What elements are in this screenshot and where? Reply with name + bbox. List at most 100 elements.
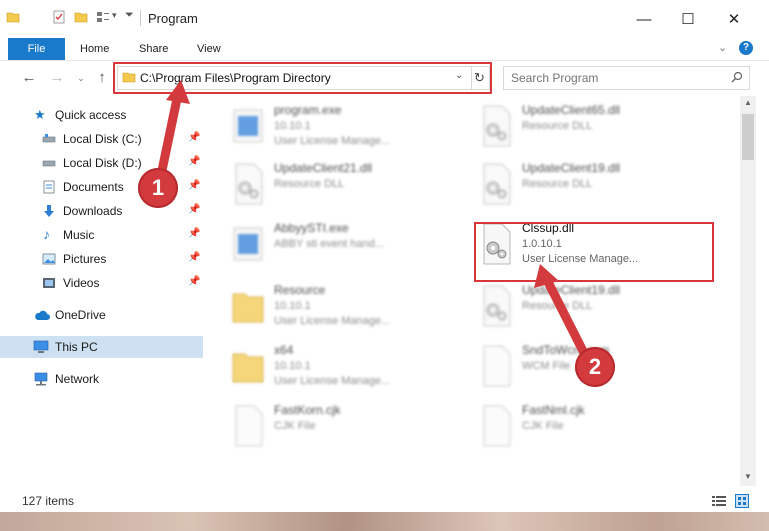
tab-home[interactable]: Home xyxy=(80,38,109,60)
file-name: x64 xyxy=(274,343,294,357)
nav-network[interactable]: Network xyxy=(0,368,203,390)
drive-icon xyxy=(42,160,56,167)
dll-gear-icon xyxy=(483,105,511,147)
file-name: UpdateClient21.dll xyxy=(274,161,373,175)
pin-icon[interactable]: 📌 xyxy=(188,132,200,143)
nav-label: OneDrive xyxy=(55,308,106,322)
nav-onedrive[interactable]: OneDrive xyxy=(0,304,203,326)
desktop-background xyxy=(0,512,769,531)
nav-label: Videos xyxy=(63,276,100,290)
downloads-icon xyxy=(44,205,54,217)
nav-this-pc[interactable]: This PC xyxy=(0,336,203,358)
nav-item-local-disk-d[interactable]: Local Disk (D:) 📌 xyxy=(0,152,203,174)
nav-item-downloads[interactable]: Downloads 📌 xyxy=(0,200,203,222)
minimize-button[interactable]: — xyxy=(622,6,666,34)
nav-label: Network xyxy=(55,372,100,386)
file-icon xyxy=(483,405,511,447)
tab-share[interactable]: Share xyxy=(139,38,168,60)
new-folder-icon[interactable] xyxy=(74,10,88,24)
file-item[interactable]: UpdateClient21.dll Resource DLL xyxy=(222,158,452,218)
network-icon xyxy=(34,372,48,386)
dll-gear-icon xyxy=(235,163,263,205)
details-view-icon[interactable] xyxy=(712,495,726,507)
file-name: FastKorn.cjk xyxy=(274,403,341,417)
file-item[interactable]: FastNml.cjk CJK File xyxy=(470,400,700,460)
file-detail: 10.10.1 xyxy=(274,300,311,312)
recent-locations-chevron-icon[interactable]: ⌄ xyxy=(71,68,91,88)
pin-icon[interactable]: 📌 xyxy=(188,228,200,239)
file-detail: CJK File xyxy=(522,420,564,432)
customize-toolbar-icon[interactable]: ⏷ xyxy=(125,9,134,22)
file-detail: Resource DLL xyxy=(522,120,593,132)
file-name: Resource xyxy=(274,283,326,297)
scroll-down-icon[interactable]: ▼ xyxy=(743,472,753,481)
callout-step-1: 1 xyxy=(138,168,178,208)
music-icon: ♪ xyxy=(43,226,50,242)
file-item[interactable]: AbbyySTI.exe ABBY sti event hand... xyxy=(222,218,452,278)
view-options-icon[interactable] xyxy=(96,10,110,24)
forward-button[interactable]: → xyxy=(47,68,67,88)
maximize-button[interactable]: ☐ xyxy=(666,6,710,34)
ribbon-tabs: File Home Share View ⌄ ? xyxy=(0,38,769,61)
file-name: AbbyySTI.exe xyxy=(274,221,349,235)
file-item[interactable]: program.exe 10.10.1 User License Manage... xyxy=(222,100,452,160)
title-divider xyxy=(140,10,141,26)
properties-icon[interactable] xyxy=(52,10,66,24)
documents-icon xyxy=(43,180,55,194)
file-detail: Resource DLL xyxy=(522,300,593,312)
back-button[interactable]: ← xyxy=(19,68,39,88)
chevron-down-icon[interactable]: ▾ xyxy=(112,10,117,21)
file-item[interactable]: x64 10.10.1 User License Manage... xyxy=(222,340,452,400)
tab-view[interactable]: View xyxy=(197,38,221,60)
file-detail: WCM File xyxy=(522,360,571,372)
nav-item-videos[interactable]: Videos 📌 xyxy=(0,272,203,294)
search-box[interactable] xyxy=(503,66,750,90)
nav-item-local-disk-c[interactable]: Local Disk (C:) 📌 xyxy=(0,128,203,150)
folder-icon xyxy=(232,353,264,383)
file-name: UpdateClient19.dll xyxy=(522,283,621,297)
exe-icon xyxy=(233,227,263,261)
nav-label: Quick access xyxy=(55,108,127,122)
file-item[interactable]: UpdateClient19.dll Resource DLL xyxy=(470,158,700,218)
folder-icon[interactable] xyxy=(6,10,20,24)
up-button[interactable]: ↑ xyxy=(92,68,112,88)
large-icons-view-icon[interactable] xyxy=(735,494,749,508)
file-detail: 10.10.1 xyxy=(274,360,311,372)
file-name: FastNml.cjk xyxy=(522,403,585,417)
file-name: UpdateClient19.dll xyxy=(522,161,621,175)
nav-item-music[interactable]: ♪ Music 📌 xyxy=(0,224,203,246)
scroll-thumb[interactable] xyxy=(742,114,754,160)
help-icon[interactable]: ? xyxy=(739,41,753,55)
address-highlight-box xyxy=(113,62,492,94)
file-item[interactable]: FastKorn.cjk CJK File xyxy=(222,400,452,460)
nav-quick-access[interactable]: ★ Quick access xyxy=(0,104,203,126)
close-button[interactable]: ✕ xyxy=(712,6,756,34)
expand-ribbon-icon[interactable]: ⌄ xyxy=(718,41,727,54)
exe-icon xyxy=(233,109,263,143)
pin-icon[interactable]: 📌 xyxy=(188,276,200,287)
nav-label: Downloads xyxy=(63,204,123,218)
nav-label: This PC xyxy=(55,340,98,354)
address-row: ← → ⌄ ↑ C:\Program Files\Program Directo… xyxy=(0,62,769,94)
pin-icon[interactable]: 📌 xyxy=(188,156,200,167)
pin-icon[interactable]: 📌 xyxy=(188,180,200,191)
pin-icon[interactable]: 📌 xyxy=(188,252,200,263)
search-icon[interactable] xyxy=(731,71,743,83)
window-title: Program xyxy=(148,11,198,26)
drive-icon xyxy=(42,134,56,143)
status-bar: 127 items xyxy=(0,488,769,512)
navigation-pane: ★ Quick access Local Disk (C:) 📌 Local D… xyxy=(0,96,205,486)
nav-item-pictures[interactable]: Pictures 📌 xyxy=(0,248,203,270)
file-name: UpdateClient65.dll xyxy=(522,103,621,117)
scroll-up-icon[interactable]: ▲ xyxy=(743,98,753,107)
file-description: User License Manage... xyxy=(274,315,391,327)
search-input[interactable] xyxy=(511,71,711,85)
pin-icon[interactable]: 📌 xyxy=(188,204,200,215)
file-item[interactable]: UpdateClient19.dll Resource DLL xyxy=(470,280,700,340)
file-item[interactable]: Resource 10.10.1 User License Manage... xyxy=(222,280,452,340)
file-detail: ABBY sti event hand... xyxy=(274,238,384,250)
tab-file[interactable]: File xyxy=(8,38,65,60)
vertical-scrollbar[interactable]: ▲ ▼ xyxy=(740,96,756,486)
file-item[interactable]: UpdateClient65.dll Resource DLL xyxy=(470,100,700,160)
file-list: program.exe 10.10.1 User License Manage...… xyxy=(212,96,740,486)
